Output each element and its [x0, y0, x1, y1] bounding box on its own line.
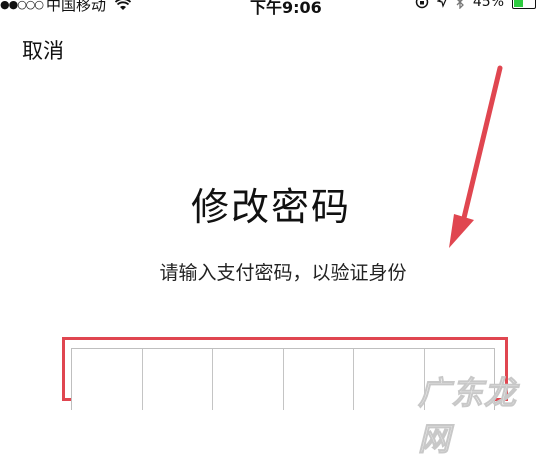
bluetooth-icon	[456, 0, 464, 9]
page-subtitle: 请输入支付密码，以验证身份	[159, 262, 407, 284]
battery-percent: 45%	[472, 0, 504, 10]
battery-icon	[512, 0, 536, 9]
pin-cell-5[interactable]	[354, 349, 425, 410]
signal-strength-icon: ●●○○○	[0, 0, 44, 11]
cancel-button[interactable]: 取消	[22, 35, 64, 65]
location-icon	[436, 0, 447, 8]
status-left: ●●○○○ 中国移动	[0, 0, 132, 15]
rotation-lock-icon	[415, 0, 429, 9]
status-right: 45%	[415, 0, 536, 10]
carrier-name: 中国移动	[46, 0, 107, 14]
pin-cell-2[interactable]	[143, 349, 213, 410]
status-bar: ●●○○○ 中国移动 下午9:06 45%	[0, 0, 542, 17]
watermark: 广东龙网	[418, 374, 518, 459]
wifi-icon	[115, 0, 132, 10]
pin-cell-1[interactable]	[72, 349, 143, 410]
page-title: 修改密码	[190, 185, 351, 229]
pin-cell-3[interactable]	[213, 349, 284, 410]
pin-cell-4[interactable]	[284, 349, 354, 410]
status-time: 下午9:06	[250, 0, 322, 17]
